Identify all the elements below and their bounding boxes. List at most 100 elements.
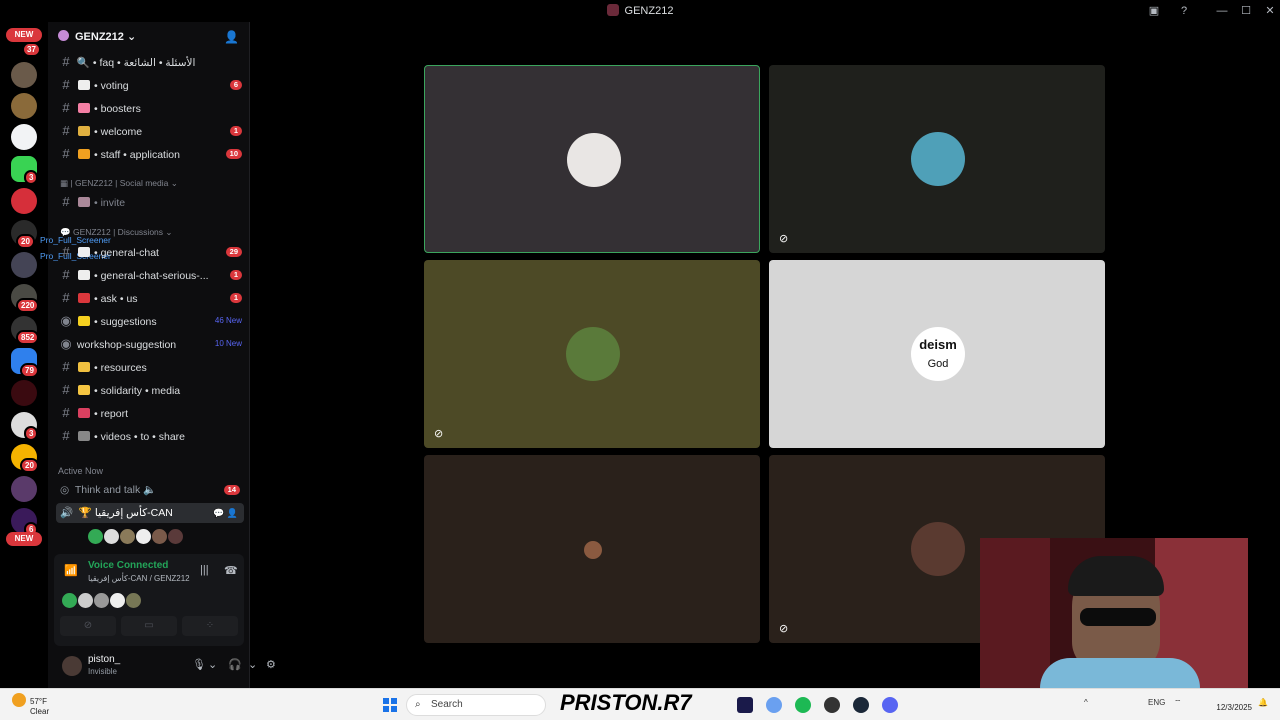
new-badge[interactable]: NEW: [6, 28, 42, 42]
member-avatar[interactable]: [168, 529, 183, 545]
tray-chevron-icon[interactable]: ^: [1084, 698, 1088, 707]
maximize-button[interactable]: ☐: [1238, 3, 1254, 19]
minimize-button[interactable]: —: [1214, 3, 1230, 19]
channel-report[interactable]: # • report: [58, 403, 244, 423]
discord-icon[interactable]: [882, 697, 898, 713]
channel-resources[interactable]: # • resources: [58, 357, 244, 377]
member-avatar[interactable]: [104, 529, 119, 545]
channel-general-chat[interactable]: # • general-chat 29: [58, 242, 244, 262]
new-posts-label: 46 New: [214, 316, 242, 325]
weather-widget[interactable]: 57°F Clear: [12, 693, 49, 716]
channel-suggestions[interactable]: ◉ • suggestions 46 New: [58, 311, 244, 331]
avatar[interactable]: [62, 656, 82, 676]
taskbar-search[interactable]: ⌕ Search: [406, 694, 546, 716]
voice-members: [88, 528, 184, 545]
mention-badge: 852: [16, 330, 40, 345]
mention-badge: 3: [24, 426, 39, 441]
channel-invite[interactable]: # • invite: [58, 192, 244, 212]
server-icon[interactable]: [11, 62, 37, 88]
chat-and-invite-icons[interactable]: 💬 👤: [213, 503, 238, 523]
muted-mic-icon: ⊘: [779, 623, 789, 635]
channel-boosters[interactable]: # • boosters: [58, 98, 244, 118]
voice-channel-can[interactable]: 🔊 🏆 كأس إفريقيا-CAN 💬 👤: [56, 503, 244, 523]
avatar: [911, 132, 965, 186]
copilot-icon[interactable]: [766, 697, 782, 713]
server-icon[interactable]: [11, 252, 37, 278]
clock[interactable]: 12/3/2025: [1216, 703, 1252, 712]
participant-tile[interactable]: ⊘: [424, 260, 760, 448]
member-avatar[interactable]: [136, 529, 151, 545]
member-avatar[interactable]: [110, 593, 125, 609]
username: piston_: [88, 654, 121, 665]
notification-icon[interactable]: 🔔: [1258, 698, 1268, 707]
member-avatar[interactable]: [126, 593, 141, 609]
member-avatar[interactable]: [120, 529, 135, 545]
member-avatar[interactable]: [94, 593, 109, 609]
server-icon[interactable]: [11, 380, 37, 406]
channel-sidebar: GENZ212 ⌄ 👤 # 🔍 • faq • الأسئلة • الشائع…: [40, 22, 276, 688]
member-avatar[interactable]: [62, 593, 77, 609]
screen-share-button[interactable]: ▭: [121, 616, 177, 636]
chat-icon: [78, 247, 90, 257]
disconnect-icon[interactable]: ☎: [224, 564, 238, 577]
channel-ask-us[interactable]: # • ask • us 1: [58, 288, 244, 308]
camera-button[interactable]: ⊘: [60, 616, 116, 636]
voice-channel-think-and-talk[interactable]: ◎ Think and talk 🔈 14: [56, 480, 244, 500]
channel-videos-to-share[interactable]: # • videos • to • share: [58, 426, 244, 446]
premiere-icon[interactable]: [737, 697, 753, 713]
spotify-icon[interactable]: [795, 697, 811, 713]
muted-mic-icon: ⊘: [434, 428, 444, 440]
hash-icon: #: [62, 100, 70, 115]
start-button[interactable]: [383, 698, 397, 712]
member-avatar[interactable]: [88, 529, 103, 545]
muted-mic-icon: ⊘: [779, 233, 789, 245]
server-icon[interactable]: [11, 188, 37, 214]
channel-faq[interactable]: # 🔍 • faq • الأسئلة • الشائعة: [58, 52, 244, 72]
network-icon[interactable]: ⌔: [1174, 698, 1182, 708]
participant-tile[interactable]: ⊘: [769, 65, 1105, 253]
channel-voting[interactable]: # • voting 6: [58, 75, 244, 95]
participant-tile[interactable]: [424, 65, 760, 253]
channel-welcome[interactable]: # • welcome 1: [58, 121, 244, 141]
language-indicator[interactable]: ENG: [1148, 698, 1165, 707]
activities-button[interactable]: ⁘: [182, 616, 238, 636]
headphones-icon[interactable]: 🎧: [228, 658, 242, 671]
steam-icon[interactable]: [853, 697, 869, 713]
server-header[interactable]: GENZ212 ⌄: [58, 30, 136, 43]
question-icon: [78, 293, 90, 303]
chevron-down-icon[interactable]: ⌄: [208, 658, 217, 671]
participant-tile[interactable]: deism God: [769, 260, 1105, 448]
participant-tile[interactable]: [424, 455, 760, 643]
member-avatar[interactable]: [78, 593, 93, 609]
member-avatar[interactable]: [152, 529, 167, 545]
channel-general-chat-serious[interactable]: # • general-chat-serious-... 1: [58, 265, 244, 285]
weather-icon: [12, 693, 26, 707]
mic-icon[interactable]: 🎙: [192, 658, 206, 671]
inbox-icon[interactable]: ▣: [1146, 3, 1162, 19]
signal-icon[interactable]: 📶: [64, 564, 78, 577]
add-member-icon[interactable]: 👤: [224, 30, 239, 44]
category-social-media[interactable]: ▦ | GENZ212 | Social media ⌄: [60, 178, 178, 189]
title-bar: GENZ212 ▣ ? — ☐ ✕: [0, 0, 1280, 22]
hash-icon: #: [62, 405, 70, 420]
noise-suppression-icon[interactable]: |||: [200, 564, 209, 576]
avatar: [911, 522, 965, 576]
server-icon[interactable]: [11, 93, 37, 119]
server-icon[interactable]: [11, 476, 37, 502]
hash-icon: #: [62, 290, 70, 305]
voice-location[interactable]: كأس إفريقيا-CAN / GENZ212: [88, 574, 190, 583]
server-icon[interactable]: [11, 124, 37, 150]
channel-workshop-suggestion[interactable]: ◉ workshop-suggestion 10 New: [58, 334, 244, 354]
unread-badge: 10: [225, 149, 242, 159]
gear-icon[interactable]: ⚙: [266, 658, 276, 671]
close-button[interactable]: ✕: [1262, 3, 1278, 19]
help-icon[interactable]: ?: [1176, 3, 1192, 19]
chevron-down-icon[interactable]: ⌄: [248, 658, 257, 671]
app-icon[interactable]: [824, 697, 840, 713]
channel-staff-application[interactable]: # • staff • application 10: [58, 144, 244, 164]
new-badge[interactable]: NEW: [6, 532, 42, 546]
film-icon: [78, 431, 90, 441]
voice-status-panel: 📶 Voice Connected كأس إفريقيا-CAN / GENZ…: [54, 554, 244, 646]
channel-solidarity-media[interactable]: # • solidarity • media: [58, 380, 244, 400]
chat-icon: [78, 270, 90, 280]
